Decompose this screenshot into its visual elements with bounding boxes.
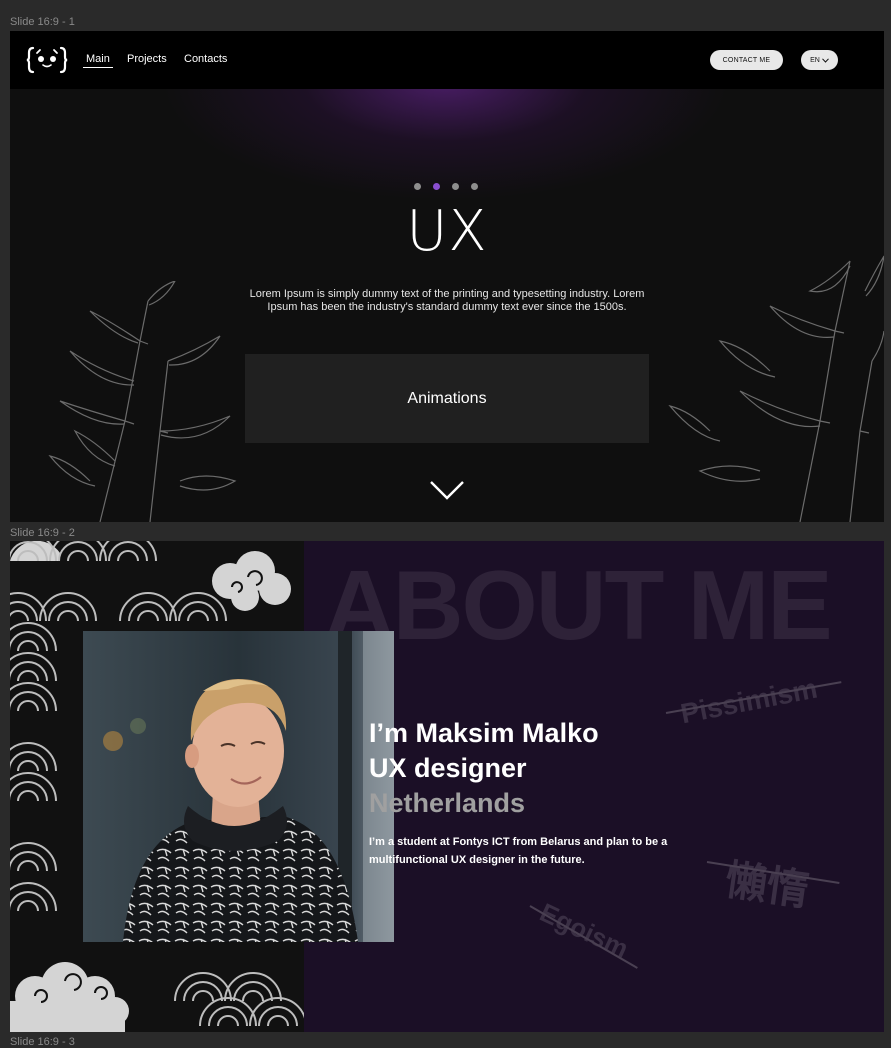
top-navigation: Main Projects Contacts CONTACT ME EN [10, 31, 884, 89]
nav-item-projects[interactable]: Projects [127, 53, 167, 65]
slide-1-hero: Main Projects Contacts CONTACT ME EN UX … [10, 31, 884, 522]
portrait-illustration [83, 631, 394, 942]
tag-pissimism: Pissimism [678, 672, 820, 730]
frame-label-slide-1: Slide 16:9 - 1 [10, 16, 75, 28]
tag-egoism: Egoism [535, 897, 634, 964]
hero-description: Lorem Ipsum is simply dummy text of the … [249, 288, 645, 313]
chevron-down-icon[interactable] [429, 479, 465, 501]
about-me-background-title: ABOUT ME [324, 550, 833, 660]
chevron-down-small-icon [821, 57, 829, 63]
animations-label: Animations [407, 389, 487, 407]
carousel-dot-3[interactable] [452, 183, 459, 190]
language-select[interactable]: EN [801, 50, 838, 70]
intro-name: I’m Maksim Malko [369, 718, 599, 748]
hero-title: UX [406, 199, 488, 264]
intro-bio: I’m a student at Fontys ICT from Belarus… [369, 836, 668, 866]
intro-role: UX designer [369, 753, 527, 783]
contact-me-button[interactable]: CONTACT ME [710, 50, 783, 70]
profile-photo [83, 631, 394, 942]
bamboo-right-decoration [668, 255, 884, 522]
animations-button[interactable]: Animations [245, 354, 649, 443]
slide-2-about: ABOUT ME Pissimism 懶惰 Egoism I’m Maksim … [10, 541, 884, 1032]
intro-heading: I’m Maksim Malko UX designer Netherlands [369, 716, 599, 821]
nav-item-main[interactable]: Main [83, 53, 113, 68]
panda-braces-logo[interactable] [26, 45, 68, 75]
tag-kanji: 懶惰 [722, 855, 812, 915]
frame-label-slide-2: Slide 16:9 - 2 [10, 527, 75, 539]
nav-item-contacts[interactable]: Contacts [184, 53, 227, 65]
carousel-dot-1[interactable] [414, 183, 421, 190]
contact-me-label: CONTACT ME [722, 56, 771, 64]
bamboo-left-decoration [48, 281, 237, 522]
intro-location: Netherlands [369, 788, 526, 818]
language-label: EN [810, 56, 820, 64]
carousel-dot-4[interactable] [471, 183, 478, 190]
frame-label-slide-3: Slide 16:9 - 3 [10, 1036, 75, 1048]
carousel-dot-2[interactable] [433, 183, 440, 190]
